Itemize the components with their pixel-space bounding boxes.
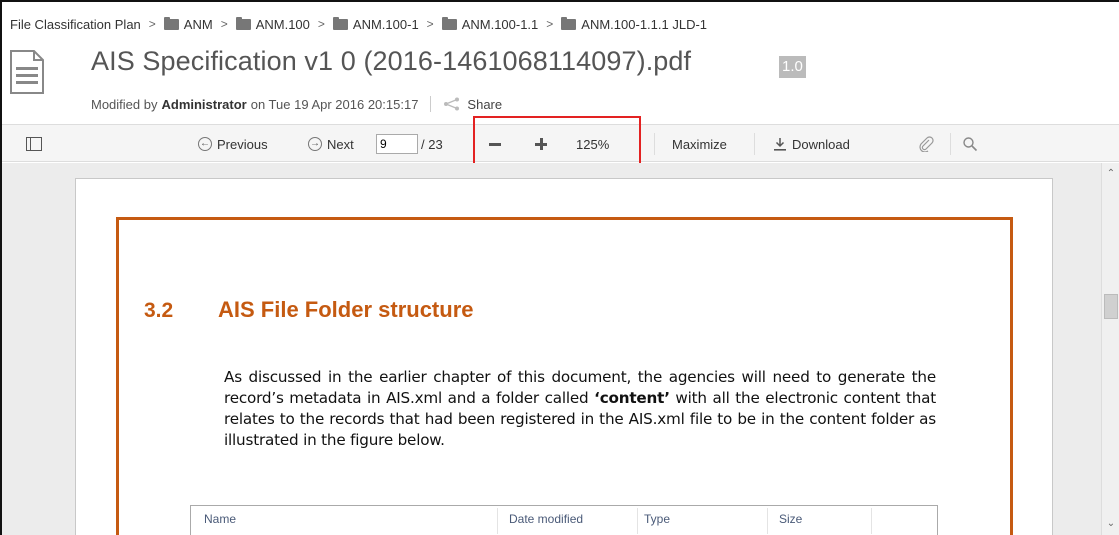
breadcrumb-folder-label: ANM bbox=[183, 16, 213, 32]
breadcrumb-folder-label: ANM.100 bbox=[255, 16, 310, 32]
folder-icon bbox=[441, 16, 457, 30]
search-button[interactable] bbox=[962, 125, 978, 163]
share-icon bbox=[444, 97, 460, 111]
section-number: 3.2 bbox=[144, 299, 174, 322]
table-header-date: Date modified bbox=[509, 512, 584, 526]
vertical-scrollbar[interactable]: ⌃ ⌄ bbox=[1101, 163, 1119, 535]
arrow-right-icon: → bbox=[308, 137, 322, 151]
pdf-page bbox=[75, 178, 1053, 535]
breadcrumb-separator: > bbox=[148, 17, 156, 31]
column-divider bbox=[497, 508, 498, 534]
breadcrumb-folder[interactable]: ANM.100-1.1 bbox=[441, 16, 539, 32]
section-title: AIS File Folder structure bbox=[218, 297, 474, 322]
breadcrumb: File Classification Plan > ANM > ANM.100… bbox=[10, 14, 707, 34]
viewer-toolbar: ← Previous → Next / 23 125% Maximize Dow… bbox=[2, 124, 1119, 162]
maximize-button[interactable]: Maximize bbox=[672, 125, 727, 163]
sidebar-toggle-icon[interactable] bbox=[26, 137, 42, 151]
breadcrumb-folder[interactable]: ANM bbox=[163, 16, 213, 32]
folder-icon bbox=[332, 16, 348, 30]
breadcrumb-folder[interactable]: ANM.100-1.1.1 JLD-1 bbox=[561, 16, 708, 32]
page-title: AIS Specification v1 0 (2016-14610681140… bbox=[91, 46, 692, 76]
modified-by-user[interactable]: Administrator bbox=[161, 97, 246, 112]
page-navigator: / 23 bbox=[376, 125, 443, 163]
document-icon bbox=[10, 50, 44, 94]
breadcrumb-folder[interactable]: ANM.100 bbox=[235, 16, 310, 32]
previous-button[interactable]: ← Previous bbox=[198, 125, 268, 163]
file-table-figure: Name Date modified Type Size bbox=[190, 505, 938, 535]
pdf-viewer bbox=[2, 163, 1119, 535]
breadcrumb-folder[interactable]: ANM.100-1 bbox=[332, 16, 419, 32]
chevron-down-icon[interactable]: ⌄ bbox=[1104, 517, 1118, 531]
breadcrumb-root[interactable]: File Classification Plan bbox=[10, 17, 141, 32]
modified-info: Modified by Administrator on Tue 19 Apr … bbox=[91, 96, 502, 112]
share-label: Share bbox=[467, 96, 503, 112]
search-icon bbox=[963, 137, 978, 152]
breadcrumb-separator: > bbox=[546, 17, 554, 31]
folder-icon bbox=[163, 16, 179, 30]
arrow-left-icon: ← bbox=[198, 137, 212, 151]
previous-label: Previous bbox=[217, 136, 268, 152]
divider bbox=[754, 133, 755, 155]
folder-icon bbox=[235, 16, 251, 30]
divider bbox=[654, 133, 655, 155]
breadcrumb-folder-label: ANM.100-1.1 bbox=[461, 16, 539, 32]
breadcrumb-folder-label: ANM.100-1 bbox=[352, 16, 419, 32]
page-number-input[interactable] bbox=[376, 134, 418, 154]
table-header-name: Name bbox=[204, 512, 237, 526]
minus-icon bbox=[489, 142, 501, 146]
divider bbox=[950, 133, 951, 155]
plus-icon bbox=[535, 138, 547, 150]
chevron-up-icon[interactable]: ⌃ bbox=[1104, 167, 1118, 181]
paragraph-bold-text: ‘content’ bbox=[594, 389, 670, 407]
next-button[interactable]: → Next bbox=[308, 125, 354, 163]
table-header-size: Size bbox=[779, 512, 803, 526]
breadcrumb-separator: > bbox=[426, 17, 434, 31]
folder-icon bbox=[561, 16, 577, 30]
next-label: Next bbox=[327, 136, 354, 152]
modified-date: on Tue 19 Apr 2016 20:15:17 bbox=[250, 96, 419, 112]
version-badge: 1.0 bbox=[779, 56, 806, 78]
divider bbox=[430, 96, 432, 112]
divider bbox=[474, 133, 475, 155]
download-button[interactable]: Download bbox=[773, 125, 850, 163]
breadcrumb-separator: > bbox=[317, 17, 325, 31]
table-header-type: Type bbox=[644, 512, 671, 526]
zoom-out-button[interactable] bbox=[489, 125, 505, 163]
column-divider bbox=[637, 508, 638, 534]
zoom-in-button[interactable] bbox=[535, 125, 551, 163]
download-label: Download bbox=[792, 136, 850, 152]
page-total: / 23 bbox=[421, 136, 443, 152]
modified-prefix: Modified by bbox=[91, 96, 158, 112]
breadcrumb-separator: > bbox=[220, 17, 228, 31]
column-divider bbox=[767, 508, 768, 534]
breadcrumb-folder-label: ANM.100-1.1.1 JLD-1 bbox=[581, 16, 708, 32]
scrollbar-thumb[interactable] bbox=[1104, 294, 1118, 319]
column-divider bbox=[871, 508, 872, 534]
zoom-level[interactable]: 125% bbox=[576, 125, 609, 163]
download-icon bbox=[774, 138, 786, 151]
share-button[interactable]: Share bbox=[443, 97, 502, 112]
section-paragraph: As discussed in the earlier chapter of t… bbox=[224, 367, 936, 451]
attachment-button[interactable] bbox=[918, 125, 934, 163]
paperclip-icon bbox=[919, 136, 934, 152]
